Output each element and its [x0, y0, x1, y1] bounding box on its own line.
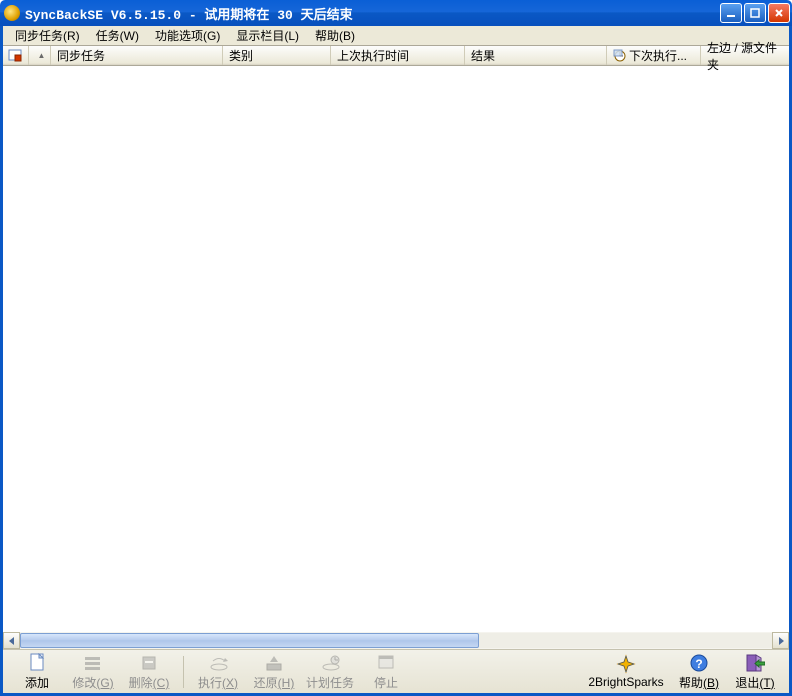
col-result-label: 结果 [471, 47, 495, 64]
scroll-right-button[interactable] [772, 632, 789, 649]
col-status-icon[interactable] [3, 46, 29, 65]
scroll-thumb[interactable] [20, 633, 479, 648]
help-label: 帮助(B) [679, 674, 719, 691]
schedule-label: 计划任务 [306, 674, 354, 691]
modify-button[interactable]: 修改(G) [65, 652, 121, 692]
menu-preferences[interactable]: 功能选项(G) [147, 25, 228, 46]
menu-columns[interactable]: 显示栏目(L) [228, 25, 307, 46]
menu-help[interactable]: 帮助(B) [307, 25, 363, 46]
add-button[interactable]: 添加 [9, 652, 65, 692]
profile-list[interactable] [3, 66, 789, 632]
col-source-label: 左边 / 源文件夹 [707, 39, 783, 73]
restore-button[interactable]: 还原(H) [246, 652, 302, 692]
col-type-label: 类别 [229, 47, 253, 64]
stop-icon [376, 653, 396, 673]
menu-profiles[interactable]: 同步任务(R) [7, 25, 88, 46]
help-icon: ? [689, 653, 709, 673]
window-stop-icon [8, 49, 22, 63]
run-button[interactable]: 执行(X) [190, 652, 246, 692]
col-source[interactable]: 左边 / 源文件夹 [701, 46, 789, 65]
app-icon [4, 5, 20, 21]
scroll-left-button[interactable] [3, 632, 20, 649]
window-title: SyncBackSE V6.5.15.0 - 试用期将在 30 天后结束 [25, 4, 720, 23]
scroll-track[interactable] [20, 632, 772, 649]
schedule-icon [613, 49, 627, 63]
menu-bar: 同步任务(R) 任务(W) 功能选项(G) 显示栏目(L) 帮助(B) [3, 26, 789, 46]
close-icon [774, 8, 784, 18]
maximize-button[interactable] [744, 3, 766, 23]
delete-button[interactable]: 删除(C) [121, 652, 177, 692]
modify-label: 修改(G) [72, 674, 113, 691]
run-label: 执行(X) [198, 674, 238, 691]
close-button[interactable] [768, 3, 790, 23]
restore-label: 还原(H) [254, 674, 295, 691]
svg-text:?: ? [695, 657, 702, 671]
stop-label: 停止 [374, 674, 398, 691]
bottom-toolbar: 添加 修改(G) 删除(C) 执行(X) 还原(H) [3, 649, 789, 693]
col-profile-label: 同步任务 [57, 47, 105, 64]
sparks-icon [616, 654, 636, 674]
help-button[interactable]: ? 帮助(B) [671, 652, 727, 692]
horizontal-scrollbar [3, 632, 789, 649]
exit-icon [745, 653, 765, 673]
add-label: 添加 [25, 674, 49, 691]
maximize-icon [750, 8, 760, 18]
exit-label: 退出(T) [735, 674, 774, 691]
sort-arrow-icon: ▲ [38, 51, 46, 60]
titlebar: SyncBackSE V6.5.15.0 - 试用期将在 30 天后结束 [0, 0, 792, 26]
col-lastrun[interactable]: 上次执行时间 [331, 46, 465, 65]
exit-button[interactable]: 退出(T) [727, 652, 783, 692]
col-nextrun-label: 下次执行... [629, 47, 687, 64]
col-nextrun[interactable]: 下次执行... [607, 46, 701, 65]
delete-label: 删除(C) [129, 674, 170, 691]
col-result[interactable]: 结果 [465, 46, 607, 65]
toolbar-separator [183, 656, 184, 688]
list-header: ▲ 同步任务 类别 上次执行时间 结果 下次执行... 左边 / 源文件夹 [3, 46, 789, 66]
minimize-button[interactable] [720, 3, 742, 23]
menu-tasks[interactable]: 任务(W) [88, 25, 147, 46]
minimize-icon [726, 8, 736, 18]
restore-icon [264, 653, 284, 673]
col-sort[interactable]: ▲ [29, 46, 51, 65]
new-file-icon [27, 653, 47, 673]
client-area: 同步任务(R) 任务(W) 功能选项(G) 显示栏目(L) 帮助(B) ▲ 同步… [0, 26, 792, 696]
col-lastrun-label: 上次执行时间 [337, 47, 409, 64]
chevron-right-icon [777, 637, 785, 645]
company-label: 2BrightSparks [588, 675, 663, 689]
delete-icon [139, 653, 159, 673]
chevron-left-icon [8, 637, 16, 645]
company-link[interactable]: 2BrightSparks [581, 652, 671, 692]
stop-button[interactable]: 停止 [358, 652, 414, 692]
window-controls [720, 3, 790, 23]
col-profile[interactable]: 同步任务 [51, 46, 223, 65]
schedule-icon [320, 653, 340, 673]
run-icon [208, 653, 228, 673]
col-type[interactable]: 类别 [223, 46, 331, 65]
modify-icon [83, 653, 103, 673]
schedule-button[interactable]: 计划任务 [302, 652, 358, 692]
